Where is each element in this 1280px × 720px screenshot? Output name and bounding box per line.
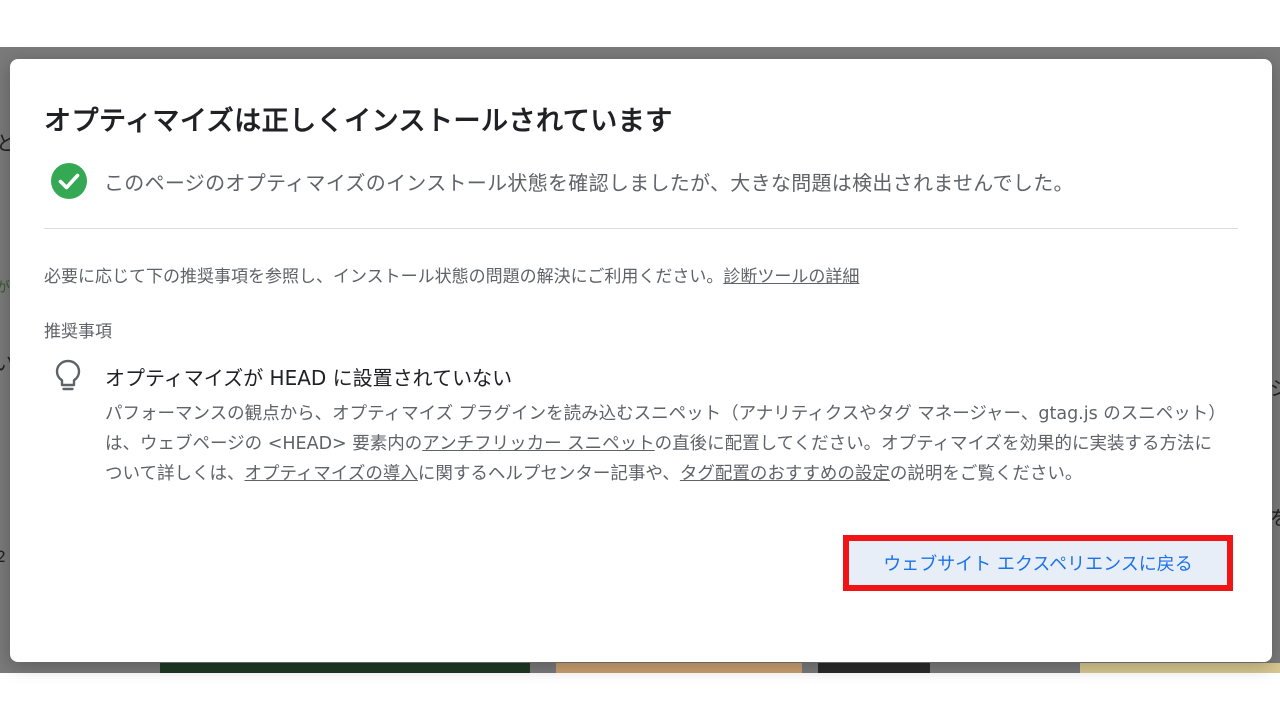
divider [44,228,1238,229]
status-message: このページのオプティマイズのインストール状態を確認しましたが、大きな問題は検出さ… [104,170,1074,195]
anti-flicker-snippet-link[interactable]: アンチフリッカー スニペット [422,434,654,454]
background-thumbnail [556,663,802,673]
background-text: が [0,280,10,296]
intro-message: 必要に応じて下の推奨事項を参照し、インストール状態の問題の解決にご利用ください。 [44,267,724,287]
background-thumbnail [1080,663,1280,673]
recommendation-text: の説明をご覧ください。 [889,464,1083,484]
background-thumbnail [160,663,530,673]
recommendation-title: オプティマイズが HEAD に設置されていない [105,366,513,390]
recommendation-text: に関するヘルプセンター記事や、 [417,464,680,484]
recommendations-heading: 推奨事項 [44,322,112,342]
intro-text: 必要に応じて下の推奨事項を参照し、インストール状態の問題の解決にご利用ください。… [44,262,859,287]
optimize-setup-link[interactable]: オプティマイズの導入 [244,464,417,484]
background-thumbnail [818,663,930,673]
status-row: このページのオプティマイズのインストール状態を確認しましたが、大きな問題は検出さ… [50,162,1074,200]
recommendation-body: パフォーマンスの観点から、オプティマイズ プラグインを読み込むスニペット（アナリ… [105,399,1220,489]
dialog-title: オプティマイズは正しくインストールされています [44,106,673,137]
back-to-experience-button[interactable]: ウェブサイト エクスペリエンスに戻る [843,535,1233,591]
tag-placement-link[interactable]: タグ配置のおすすめの設定 [680,464,890,484]
diagnostic-tool-link[interactable]: 診断ツールの詳細 [723,267,859,287]
check-circle-icon [50,162,88,200]
background-text: 2 [0,547,7,566]
